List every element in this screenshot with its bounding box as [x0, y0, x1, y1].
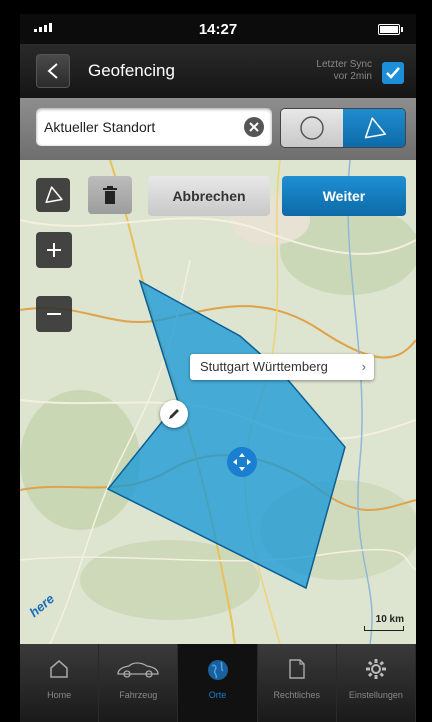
location-callout[interactable]: Stuttgart Württemberg ›	[190, 354, 374, 380]
circle-icon	[300, 116, 324, 140]
tab-vehicle[interactable]: Fahrzeug	[99, 644, 179, 722]
minus-icon	[47, 313, 61, 315]
nav-bar: Geofencing Letzter Sync vor 2min	[20, 44, 416, 99]
search-input-value: Aktueller Standort	[44, 119, 156, 135]
tab-home[interactable]: Home	[20, 644, 100, 722]
tab-legal[interactable]: Rechtliches	[258, 644, 337, 722]
callout-label: Stuttgart Württemberg	[200, 359, 328, 374]
map-view[interactable]: Abbrechen Weiter Stuttgart Württemberg ›	[20, 160, 416, 644]
sync-status-line2: vor 2min	[333, 71, 372, 82]
battery-icon	[378, 24, 403, 35]
tab-places[interactable]: Orte	[178, 644, 258, 722]
gear-icon	[365, 659, 386, 679]
search-bar: Aktueller Standort	[20, 98, 416, 160]
geofence-polygon[interactable]	[20, 160, 416, 644]
polygon-icon	[45, 186, 63, 204]
draw-polygon-button[interactable]	[36, 178, 70, 212]
page-title: Geofencing	[88, 61, 175, 80]
zoom-in-button[interactable]	[36, 232, 72, 268]
tab-label: Rechtliches	[273, 690, 320, 700]
chevron-right-icon: ›	[361, 359, 366, 374]
app-screen: 14:27 Geofencing Letzter Sync vor 2min A…	[20, 14, 416, 722]
clear-search-button[interactable]	[244, 117, 264, 137]
move-arrows-icon	[233, 453, 251, 471]
trash-icon	[103, 186, 117, 204]
scale-label: 10 km	[375, 614, 404, 625]
polygon-icon	[364, 117, 386, 139]
cancel-button[interactable]: Abbrechen	[148, 176, 270, 216]
delete-button[interactable]	[88, 176, 132, 214]
circle-mode-button[interactable]	[281, 109, 343, 147]
map-scale: 10 km	[364, 614, 404, 631]
status-bar: 14:27	[20, 14, 416, 44]
car-icon	[117, 662, 159, 678]
sync-status-line1: Letzter Sync	[316, 59, 372, 70]
edit-vertex-button[interactable]	[160, 400, 188, 428]
home-icon	[50, 660, 68, 678]
chevron-left-icon	[47, 63, 58, 79]
document-icon	[289, 659, 305, 679]
status-time: 14:27	[198, 21, 238, 38]
tab-label: Home	[47, 690, 72, 700]
plus-icon	[47, 243, 61, 257]
sync-status: Letzter Sync vor 2min	[302, 59, 372, 83]
next-button[interactable]: Weiter	[282, 176, 406, 216]
tab-settings[interactable]: Einstellungen	[337, 644, 416, 722]
sync-checkbox[interactable]	[382, 62, 404, 84]
tab-label: Fahrzeug	[119, 690, 158, 700]
close-icon	[249, 122, 259, 132]
zoom-out-button[interactable]	[36, 296, 72, 332]
scale-bar	[364, 626, 404, 631]
device-frame: 14:27 Geofencing Letzter Sync vor 2min A…	[0, 0, 432, 722]
tab-bar: Home Fahrzeug Orte Rechtliches Einstellu…	[20, 644, 416, 722]
location-search-input[interactable]: Aktueller Standort	[36, 108, 272, 146]
move-geofence-handle[interactable]	[227, 447, 257, 477]
back-button[interactable]	[36, 54, 70, 88]
globe-icon	[207, 660, 228, 680]
pencil-icon	[169, 409, 179, 419]
polygon-mode-button[interactable]	[343, 109, 405, 147]
tab-label: Orte	[208, 690, 227, 700]
geofence-shape-toggle	[280, 108, 406, 148]
tab-label: Einstellungen	[348, 690, 403, 700]
checkmark-icon	[386, 67, 400, 79]
